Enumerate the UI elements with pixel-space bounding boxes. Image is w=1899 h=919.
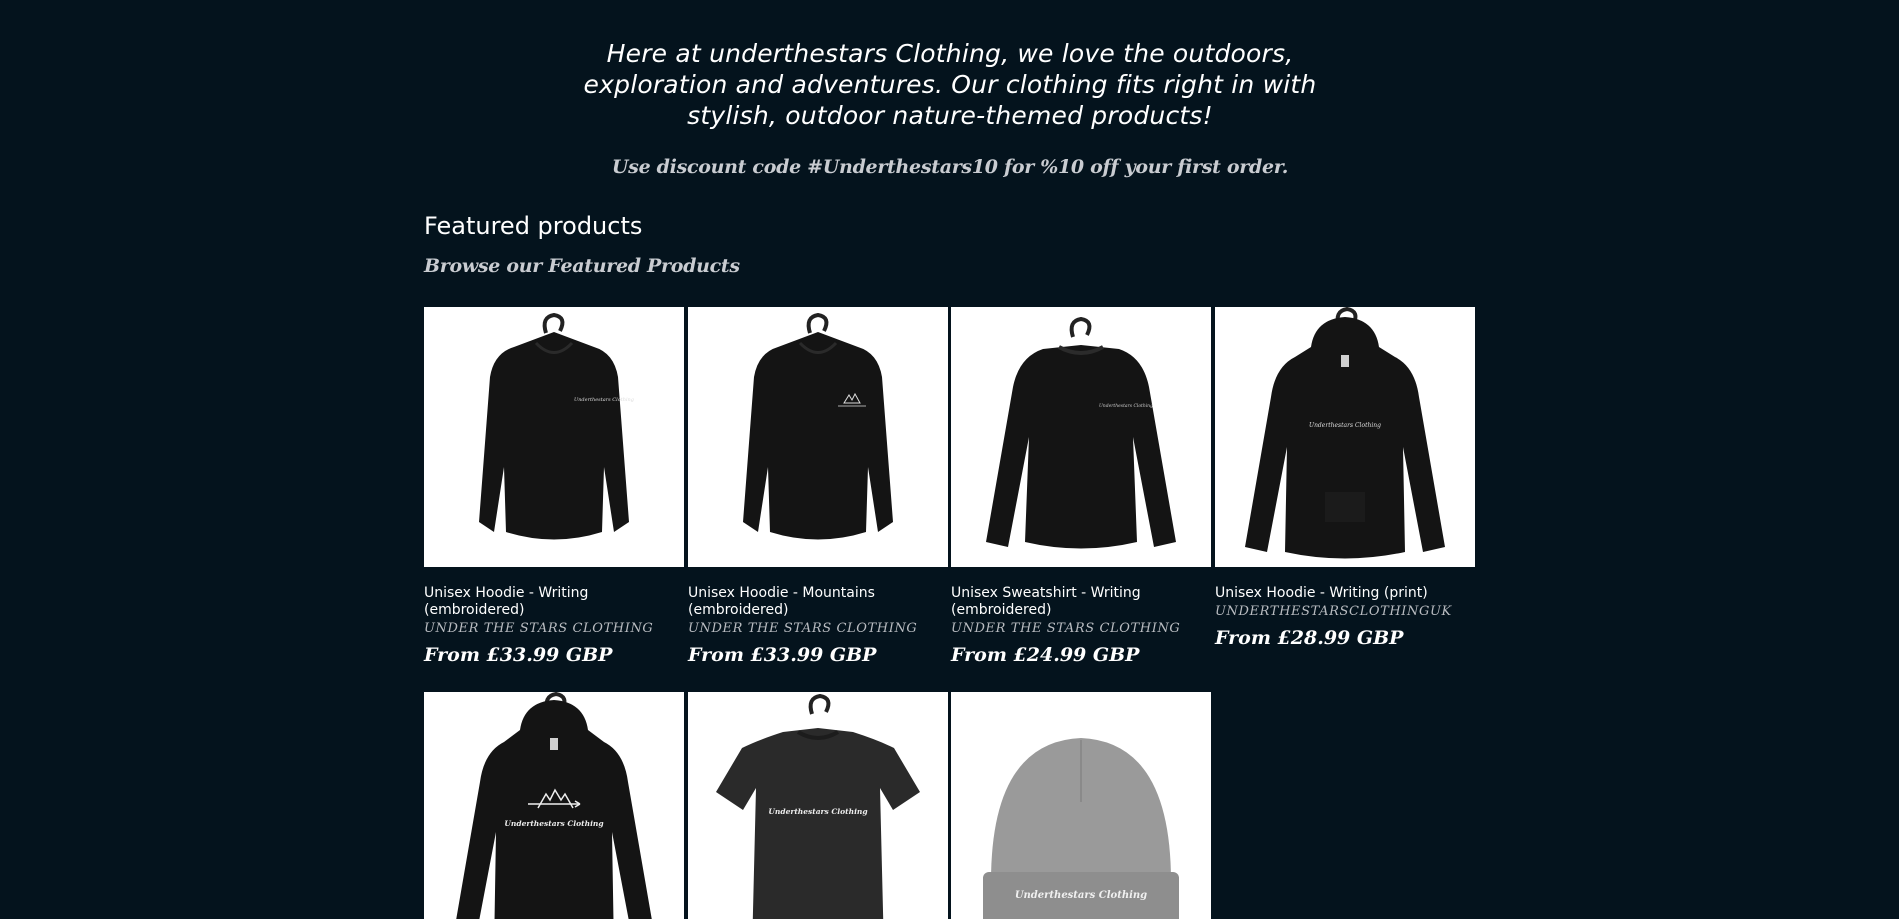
product-card[interactable]: Underthestars Clothing bbox=[688, 692, 948, 919]
product-card[interactable]: Underthestars Clothing bbox=[424, 692, 684, 919]
svg-text:Underthestars Clothing: Underthestars Clothing bbox=[1015, 890, 1147, 901]
product-card[interactable]: Underthestars Clothing Unisex Hoodie - W… bbox=[424, 307, 684, 666]
product-title[interactable]: Unisex Hoodie - Writing (embroidered) bbox=[424, 585, 684, 619]
product-vendor: UNDER THE STARS CLOTHING bbox=[951, 621, 1181, 636]
intro-text: Here at underthestars Clothing, we love … bbox=[583, 39, 1317, 130]
tshirt-icon: Underthestars Clothing bbox=[716, 693, 920, 919]
product-vendor: UNDER THE STARS CLOTHING bbox=[424, 621, 654, 636]
product-image[interactable]: Underthestars Clothing bbox=[1215, 307, 1475, 567]
featured-products-subheading: Browse our Featured Products bbox=[424, 255, 740, 277]
product-image-link[interactable]: Underthestars Clothing bbox=[1215, 307, 1475, 567]
hoodie-icon: Underthestars Clothing bbox=[479, 312, 634, 540]
product-title[interactable]: Unisex Hoodie - Mountains (embroidered) bbox=[688, 585, 948, 619]
product-title[interactable]: Unisex Hoodie - Writing (print) bbox=[1215, 585, 1475, 602]
product-card[interactable]: Underthestars Clothing bbox=[951, 692, 1211, 919]
product-title[interactable]: Unisex Sweatshirt - Writing (embroidered… bbox=[951, 585, 1211, 619]
product-card[interactable]: Underthestars Clothing Unisex Sweatshirt… bbox=[951, 307, 1211, 666]
svg-text:Underthestars Clothing: Underthestars Clothing bbox=[504, 819, 603, 828]
product-image-link[interactable]: Underthestars Clothing bbox=[951, 692, 1211, 919]
hoodie-icon bbox=[743, 312, 893, 540]
product-price: From £33.99 GBP bbox=[688, 644, 877, 666]
beanie-icon: Underthestars Clothing bbox=[983, 738, 1179, 919]
product-image-link[interactable] bbox=[688, 307, 948, 567]
product-vendor: UNDER THE STARS CLOTHING bbox=[688, 621, 918, 636]
product-card[interactable]: Underthestars Clothing Unisex Hoodie - W… bbox=[1215, 307, 1475, 649]
featured-products-heading: Featured products bbox=[424, 212, 643, 240]
svg-text:Underthestars Clothing: Underthestars Clothing bbox=[1099, 403, 1153, 409]
discount-code-text: Use discount code #Underthestars10 for %… bbox=[611, 156, 1289, 178]
hoodie-icon: Underthestars Clothing bbox=[456, 692, 652, 919]
product-vendor: UNDERTHESTARSCLOTHINGUK bbox=[1215, 604, 1452, 619]
product-image-link[interactable]: Underthestars Clothing bbox=[424, 307, 684, 567]
product-image[interactable] bbox=[688, 307, 948, 567]
svg-text:Underthestars Clothing: Underthestars Clothing bbox=[574, 397, 634, 403]
product-image-link[interactable]: Underthestars Clothing bbox=[424, 692, 684, 919]
product-image[interactable]: Underthestars Clothing bbox=[951, 692, 1211, 919]
sweatshirt-icon: Underthestars Clothing bbox=[986, 316, 1176, 549]
product-image[interactable]: Underthestars Clothing bbox=[424, 307, 684, 567]
product-image-link[interactable]: Underthestars Clothing bbox=[951, 307, 1211, 567]
product-image[interactable]: Underthestars Clothing bbox=[424, 692, 684, 919]
svg-text:Underthestars Clothing: Underthestars Clothing bbox=[1309, 422, 1381, 429]
product-price: From £33.99 GBP bbox=[424, 644, 613, 666]
product-image[interactable]: Underthestars Clothing bbox=[951, 307, 1211, 567]
product-price: From £28.99 GBP bbox=[1215, 627, 1404, 649]
hoodie-icon: Underthestars Clothing bbox=[1245, 307, 1445, 559]
page: Here at underthestars Clothing, we love … bbox=[0, 0, 1899, 919]
product-price: From £24.99 GBP bbox=[951, 644, 1140, 666]
product-card[interactable]: Unisex Hoodie - Mountains (embroidered) … bbox=[688, 307, 948, 666]
svg-text:Underthestars Clothing: Underthestars Clothing bbox=[768, 807, 867, 816]
product-image[interactable]: Underthestars Clothing bbox=[688, 692, 948, 919]
product-image-link[interactable]: Underthestars Clothing bbox=[688, 692, 948, 919]
